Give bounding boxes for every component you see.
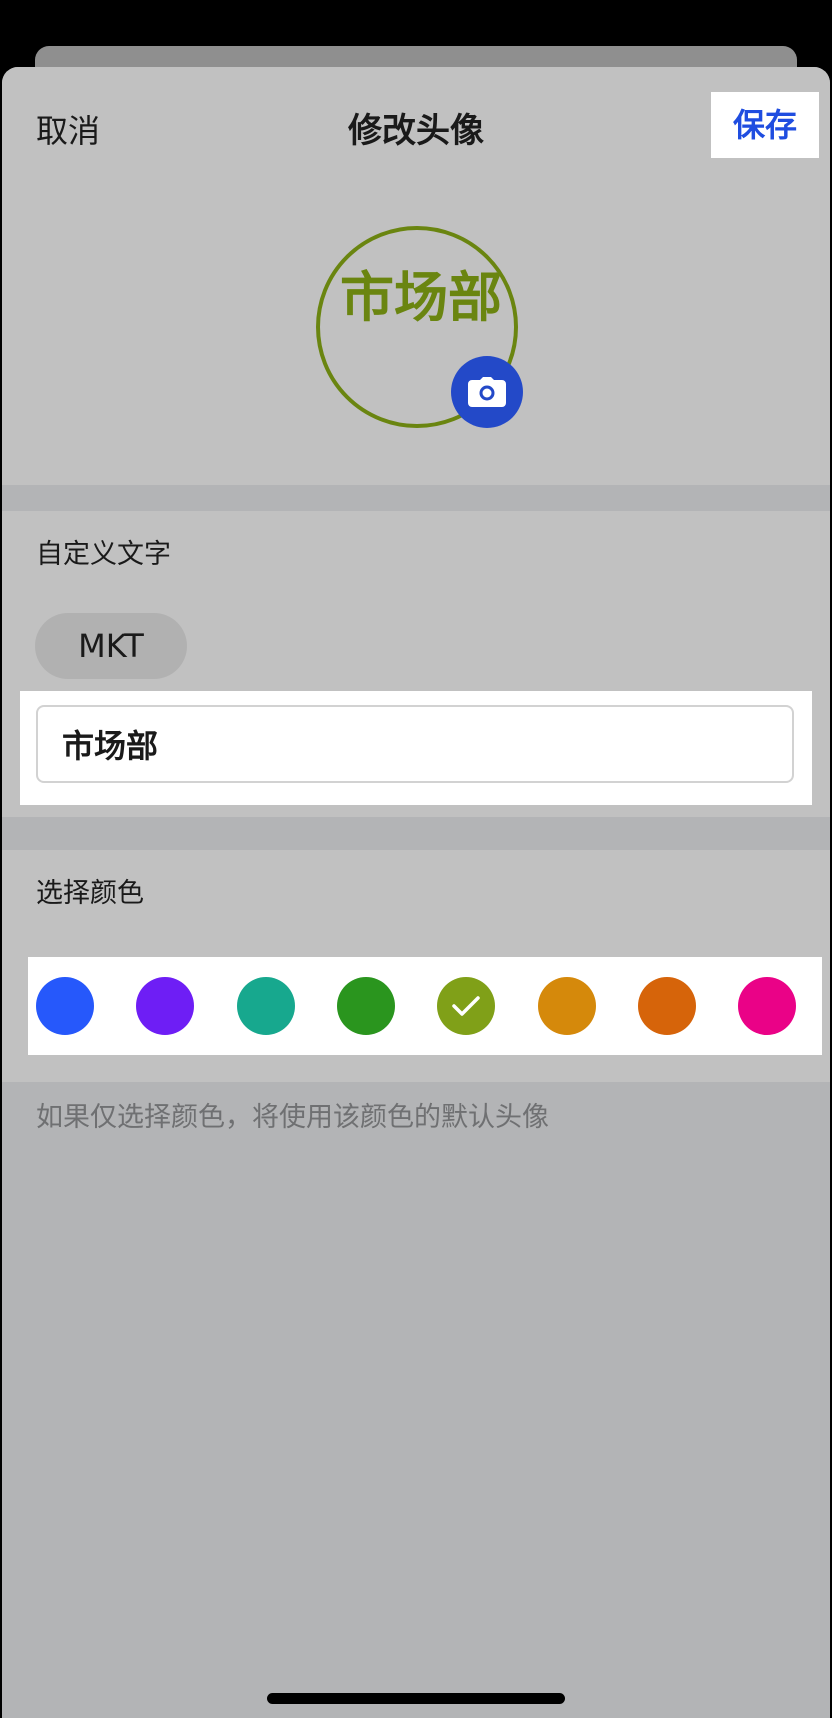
- camera-button[interactable]: [451, 356, 523, 428]
- custom-text-input[interactable]: [36, 705, 794, 783]
- color-swatch-row: [28, 957, 822, 1055]
- color-swatch[interactable]: [637, 977, 696, 1035]
- custom-text-section: 自定义文字 MKT: [2, 511, 830, 817]
- section-divider: [2, 485, 830, 511]
- color-swatch[interactable]: [336, 977, 395, 1035]
- avatar-container[interactable]: 市场部: [316, 226, 523, 428]
- color-swatch[interactable]: [537, 977, 596, 1035]
- edit-avatar-sheet: 取消 修改头像 保存 市场部 自定义文字 MKT 市场部 选择颜色 如果仅选择颜…: [2, 67, 830, 1718]
- screen: 取消 修改头像 保存 市场部 自定义文字 MKT 市场部 选择颜色 如果仅选择颜…: [0, 0, 832, 1718]
- avatar-text: 市场部: [340, 266, 502, 329]
- text-input-highlight: [20, 691, 812, 805]
- camera-icon: [468, 377, 506, 407]
- checkmark-icon: [452, 996, 480, 1016]
- page-title: 修改头像: [348, 111, 484, 151]
- color-swatch[interactable]: [36, 977, 94, 1035]
- color-swatch[interactable]: [236, 977, 295, 1035]
- color-swatch[interactable]: [136, 977, 195, 1035]
- color-label: 选择颜色: [36, 878, 144, 909]
- custom-text-label: 自定义文字: [36, 539, 171, 570]
- save-button[interactable]: 保存: [711, 92, 819, 158]
- color-section: 选择颜色: [2, 850, 830, 1082]
- header-avatar-section: 取消 修改头像 保存 市场部: [2, 67, 830, 485]
- preset-text-chip[interactable]: MKT: [35, 613, 187, 679]
- section-divider: [2, 824, 830, 850]
- home-indicator: [267, 1693, 565, 1704]
- color-swatch-selected[interactable]: [437, 977, 496, 1035]
- color-hint-text: 如果仅选择颜色，将使用该颜色的默认头像: [36, 1102, 549, 1133]
- color-swatch[interactable]: [738, 977, 797, 1035]
